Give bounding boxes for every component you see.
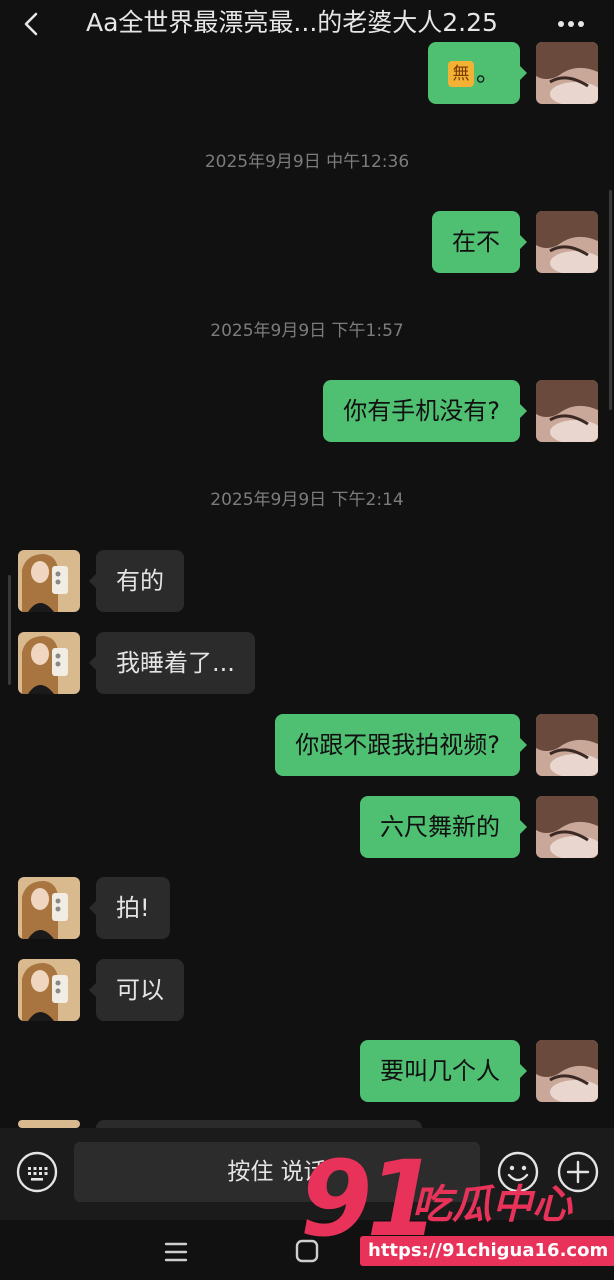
watermark-url: https://91chigua16.com	[360, 1236, 614, 1266]
message-text: 你有手机没有?	[343, 397, 500, 425]
message-text: 在不	[452, 228, 500, 256]
chat-screen: Aa全世界最漂亮最...的老婆大人2.25 無。 2025年9月9日 中午12:…	[0, 0, 614, 1280]
message-bubble-other[interactable]: 我睡着了...	[89, 632, 255, 694]
chat-title: Aa全世界最漂亮最...的老婆大人2.25	[86, 8, 498, 37]
message-bubble-other[interactable]: 可以	[89, 959, 184, 1021]
message-bubble-self[interactable]: 要叫几个人	[360, 1040, 527, 1102]
message-text: 你跟不跟我拍视频?	[295, 731, 500, 759]
message-text: 要叫几个人	[380, 1057, 500, 1085]
chat-header: Aa全世界最漂亮最...的老婆大人2.25	[0, 0, 614, 48]
message-text: 六尺舞新的	[380, 813, 500, 841]
message-text: 。	[476, 59, 500, 87]
message-bubble-self[interactable]: 你跟不跟我拍视频?	[275, 714, 527, 776]
message-text: 可以	[116, 976, 164, 1004]
scroll-indicator-left	[8, 575, 11, 685]
avatar-other[interactable]	[18, 550, 80, 612]
avatar-other-partial	[18, 1120, 80, 1128]
message-bubble-self[interactable]: 在不	[432, 211, 527, 273]
avatar-self[interactable]	[536, 211, 598, 273]
avatar-self[interactable]	[536, 1040, 598, 1102]
message-bubble-self[interactable]: 你有手机没有?	[323, 380, 527, 442]
message-bubble-other[interactable]: 有的	[89, 550, 184, 612]
more-dots-icon[interactable]	[556, 10, 586, 38]
avatar-self[interactable]	[536, 714, 598, 776]
emoji-sticker: 無	[448, 61, 474, 87]
message-bubble-partial	[96, 1120, 422, 1128]
timestamp: 2025年9月9日 中午12:36	[204, 152, 410, 172]
message-text: 拍!	[116, 894, 150, 922]
timestamp: 2025年9月9日 下午2:14	[210, 490, 404, 510]
message-bubble-self[interactable]: 六尺舞新的	[360, 796, 527, 858]
menu-icon[interactable]	[163, 1240, 189, 1264]
message-bubble-other[interactable]: 拍!	[89, 877, 170, 939]
watermark-brand: 吃瓜中心	[412, 1182, 572, 1228]
chevron-left-icon[interactable]	[18, 10, 46, 38]
avatar-other[interactable]	[18, 959, 80, 1021]
avatar-other[interactable]	[18, 632, 80, 694]
avatar-self[interactable]	[536, 380, 598, 442]
message-bubble-self[interactable]: 無。	[428, 42, 527, 104]
message-text: 有的	[116, 567, 164, 595]
timestamp: 2025年9月9日 下午1:57	[210, 321, 404, 341]
message-text: 我睡着了...	[116, 649, 235, 677]
avatar-other[interactable]	[18, 877, 80, 939]
scroll-indicator[interactable]	[609, 190, 612, 410]
avatar-self[interactable]	[536, 796, 598, 858]
keyboard-icon[interactable]	[16, 1151, 58, 1193]
avatar-self[interactable]	[536, 42, 598, 104]
